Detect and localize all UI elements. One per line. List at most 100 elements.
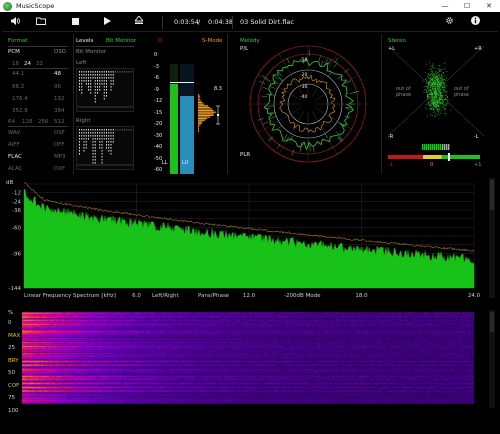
scope-sample (433, 81, 435, 83)
spectrum-scrollbar[interactable] (489, 178, 495, 298)
bit-dot (94, 86, 96, 88)
scope-sample (435, 103, 436, 105)
bit-monitor-tab[interactable]: Bit Monitor (106, 38, 136, 44)
scope-sample (445, 114, 447, 116)
scope-sample (440, 88, 441, 90)
db-mode-option[interactable]: -200dB Mode (284, 293, 320, 299)
scope-sample (426, 79, 428, 81)
bit-dot (112, 132, 114, 134)
scope-sample (429, 90, 431, 91)
polar-spoke (311, 110, 338, 155)
spectrum-mode-label[interactable]: Linear Frequency Spectrum [kHz] (24, 293, 116, 299)
right-channel-label: Right (76, 118, 91, 124)
scope-sample (425, 78, 427, 80)
scope-sample (438, 102, 439, 104)
scope-sample (431, 108, 432, 110)
scope-sample (432, 66, 434, 68)
scope-sample (445, 108, 446, 109)
scope-sample (439, 83, 441, 85)
scope-sample (440, 89, 442, 91)
melody-spike (320, 60, 324, 67)
bit-dot (79, 129, 80, 131)
eject-icon (134, 15, 144, 24)
left-right-option[interactable]: Left/Right (152, 293, 179, 299)
bit-dot (106, 95, 107, 97)
melody-spike (324, 132, 328, 139)
scope-sample (432, 99, 434, 101)
db-tick-label: -12 (12, 191, 21, 197)
bit-dot (103, 132, 105, 134)
bit-dot (108, 129, 110, 131)
scope-sample (441, 80, 443, 81)
maximize-button[interactable]: ☐ (456, 0, 478, 12)
scope-sample (435, 77, 436, 78)
info-button[interactable] (468, 16, 482, 29)
open-file-button[interactable] (34, 16, 48, 29)
melody-spike (269, 85, 276, 89)
scope-sample (442, 90, 444, 92)
scope-sample (442, 100, 444, 102)
rate-44-1: 44.1 (12, 71, 25, 77)
spectrogram-scrollbar[interactable] (489, 310, 495, 408)
settings-button[interactable] (442, 16, 456, 29)
scope-sample (429, 97, 431, 99)
level-scale-tick: -15 (154, 109, 163, 116)
level-scale-tick: -3 (154, 63, 159, 70)
bit-dot (108, 74, 110, 76)
melody-spike (349, 92, 356, 95)
levels-tab[interactable]: Levels (76, 38, 93, 44)
bit-dot (106, 132, 107, 134)
scope-sample (437, 82, 439, 83)
scope-sample (436, 108, 438, 110)
scope-sample (443, 99, 445, 100)
scope-sample (445, 77, 447, 79)
scope-sample (436, 80, 438, 82)
scope-sample (432, 85, 434, 87)
scope-sample (430, 89, 432, 91)
scope-sample (427, 77, 429, 78)
bit-dot (112, 129, 114, 131)
scope-sample (442, 87, 443, 89)
scope-sample (443, 73, 445, 74)
scope-sample (443, 94, 445, 96)
scope-sample (446, 103, 448, 104)
bit-dot (99, 77, 101, 79)
bit-dot (83, 132, 85, 134)
bit-dot (103, 95, 105, 97)
scope-sample (432, 78, 434, 80)
scope-sample (435, 87, 437, 89)
histogram-bin (198, 129, 200, 131)
minimize-button[interactable]: — (434, 0, 456, 12)
scope-sample (439, 85, 441, 87)
scope-sample (440, 93, 442, 95)
scope-sample (443, 90, 445, 92)
scope-sample (427, 73, 429, 75)
bit-dot (110, 74, 112, 76)
scope-sample (436, 70, 438, 72)
stereo-title[interactable]: Stereo (388, 38, 406, 44)
bit-dot (79, 144, 80, 146)
eject-button[interactable] (132, 15, 146, 29)
bit-dot (79, 89, 80, 91)
pans-phase-option[interactable]: Pans/Phase (198, 293, 229, 299)
scope-sample (427, 102, 429, 104)
stop-button[interactable] (68, 16, 82, 29)
scope-sample (444, 91, 446, 92)
s-mode-button[interactable]: S-Mode (202, 38, 222, 44)
dynamic-range-value: 8.3 (214, 86, 222, 92)
bit-dot (110, 77, 112, 79)
scope-sample (432, 74, 434, 76)
format-alac: ALAC (8, 166, 23, 172)
bit-dot (97, 74, 98, 76)
scope-sample (430, 104, 432, 106)
play-button[interactable] (100, 16, 114, 29)
scope-sample (430, 95, 432, 97)
volume-button[interactable] (8, 16, 22, 29)
balance-segment (436, 144, 438, 150)
scope-sample (438, 81, 440, 83)
bit-dot (83, 141, 85, 143)
bit-dot (92, 77, 94, 79)
close-button[interactable]: ✕ (478, 0, 500, 12)
bit-dot (112, 138, 114, 140)
scope-sample (437, 110, 439, 112)
